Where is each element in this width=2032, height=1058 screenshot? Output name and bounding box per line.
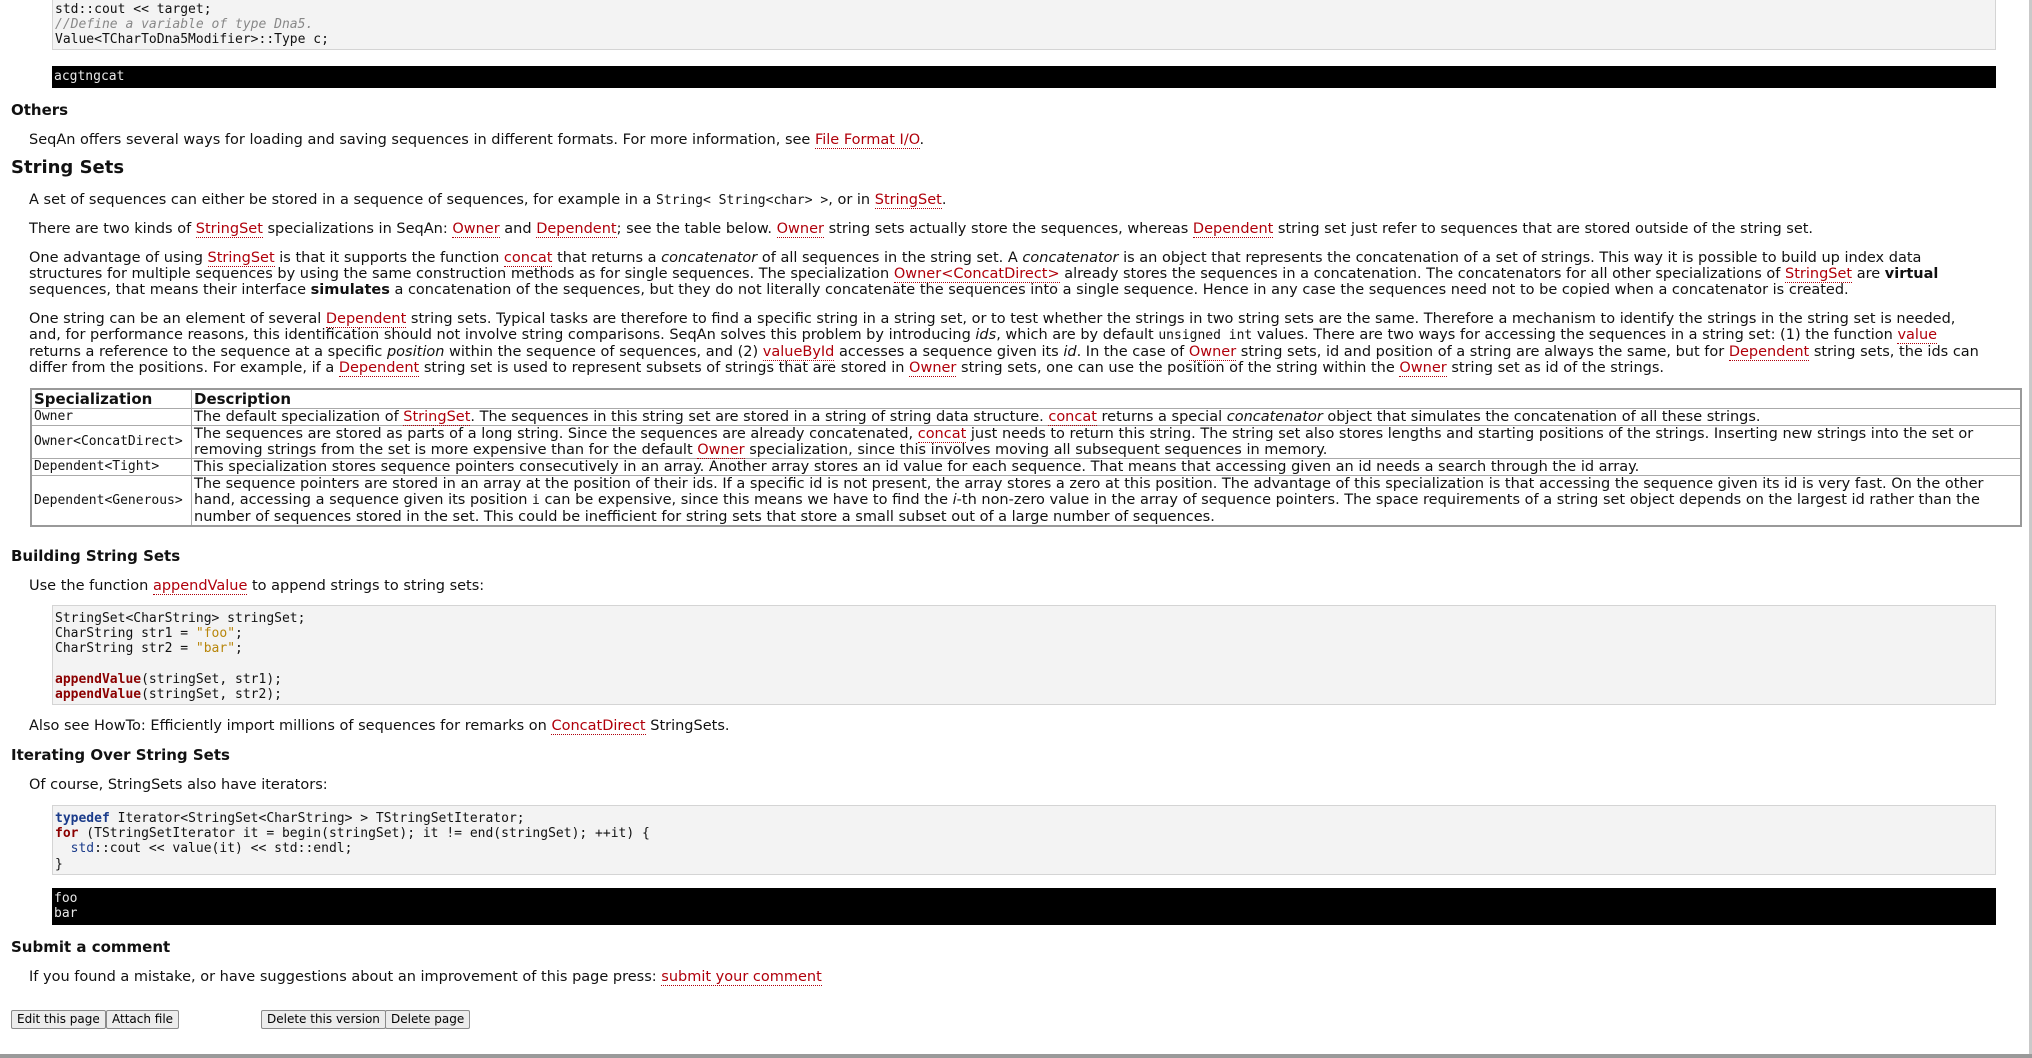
- spec-cell: Dependent<Generous>: [30, 475, 192, 527]
- table-row: Owner<ConcatDirect> The sequences are st…: [30, 425, 2022, 459]
- column-header-specialization: Specialization: [30, 388, 192, 409]
- delete-version-button[interactable]: Delete this version: [261, 1010, 386, 1029]
- table-header-row: Specialization Description: [30, 388, 2022, 409]
- link-dependent[interactable]: Dependent: [536, 221, 617, 238]
- output-block-dna5: acgtngcat: [52, 66, 1996, 88]
- heading-iterating-over-string-sets: Iterating Over String Sets: [11, 746, 230, 764]
- link-owner[interactable]: Owner: [452, 221, 500, 238]
- link-owner-concatdirect[interactable]: Owner<ConcatDirect>: [893, 266, 1060, 283]
- link-dependent[interactable]: Dependent: [325, 311, 407, 328]
- link-concat[interactable]: concat: [503, 250, 553, 267]
- link-owner[interactable]: Owner: [909, 360, 957, 377]
- string-sets-paragraph-3: One advantage of using StringSet is that…: [29, 250, 1939, 298]
- link-stringset[interactable]: StringSet: [207, 250, 275, 267]
- edit-page-button[interactable]: Edit this page: [11, 1010, 106, 1029]
- link-owner[interactable]: Owner: [1399, 360, 1447, 377]
- iterating-paragraph: Of course, StringSets also have iterator…: [29, 777, 328, 793]
- attach-file-button[interactable]: Attach file: [106, 1010, 180, 1029]
- output-line: foo: [54, 891, 78, 906]
- heading-submit-comment: Submit a comment: [11, 938, 171, 956]
- delete-page-button[interactable]: Delete page: [385, 1010, 471, 1029]
- code-block-iterating: typedef Iterator<StringSet<CharString> >…: [52, 805, 1996, 875]
- spec-cell: Owner: [30, 408, 192, 426]
- link-value[interactable]: value: [1897, 327, 1938, 344]
- heading-string-sets: String Sets: [11, 157, 125, 178]
- heading-building-string-sets: Building String Sets: [11, 547, 181, 565]
- others-paragraph: SeqAn offers several ways for loading an…: [29, 132, 925, 149]
- column-header-description: Description: [191, 388, 2022, 409]
- building-paragraph: Use the function appendValue to append s…: [29, 578, 485, 595]
- spec-cell: Owner<ConcatDirect>: [30, 425, 192, 459]
- code-block-building: StringSet<CharString> stringSet; CharStr…: [52, 605, 1996, 705]
- link-dependent[interactable]: Dependent: [1192, 221, 1274, 238]
- link-dependent[interactable]: Dependent: [338, 360, 420, 377]
- link-stringset[interactable]: StringSet: [195, 221, 263, 238]
- link-file-format-io[interactable]: File Format I/O: [814, 132, 920, 149]
- link-stringset[interactable]: StringSet: [1785, 266, 1853, 283]
- link-appendvalue[interactable]: appendValue: [152, 578, 248, 595]
- link-submit-comment[interactable]: submit your comment: [661, 969, 822, 986]
- inline-code: String< String<char> >: [656, 193, 829, 208]
- link-owner[interactable]: Owner: [697, 442, 745, 459]
- code-block-dna5: std::cout << target; //Define a variable…: [52, 0, 1996, 50]
- table-row: Owner The default specialization of Stri…: [30, 408, 2022, 426]
- string-sets-paragraph-1: A set of sequences can either be stored …: [29, 192, 947, 209]
- description-cell: This specialization stores sequence poin…: [191, 458, 2022, 476]
- output-line: bar: [54, 906, 78, 922]
- description-cell: The default specialization of StringSet.…: [191, 408, 2022, 426]
- link-dependent[interactable]: Dependent: [1728, 344, 1810, 361]
- link-stringset[interactable]: StringSet: [403, 409, 471, 426]
- code-line: std::cout << target;: [55, 2, 212, 17]
- code-line: Value<TCharToDna5Modifier>::Type c;: [55, 32, 329, 48]
- table-row: Dependent<Generous> The sequence pointer…: [30, 475, 2022, 527]
- inline-code: unsigned int: [1158, 328, 1253, 343]
- comment-paragraph: If you found a mistake, or have suggesti…: [29, 969, 822, 986]
- also-see-paragraph: Also see HowTo: Efficiently import milli…: [29, 718, 730, 735]
- specialization-table: Specialization Description Owner The def…: [30, 388, 2022, 527]
- inline-code: i: [532, 493, 540, 508]
- link-concat[interactable]: concat: [917, 426, 967, 443]
- output-block-iterating: foo bar: [52, 888, 1996, 925]
- string-sets-paragraph-4: One string can be an element of several …: [29, 311, 1979, 377]
- link-concat[interactable]: concat: [1048, 409, 1097, 426]
- description-cell: The sequences are stored as parts of a l…: [191, 425, 2022, 459]
- window-bottom-border: [0, 1054, 2032, 1058]
- output-line: acgtngcat: [54, 69, 125, 84]
- link-owner[interactable]: Owner: [1188, 344, 1237, 361]
- spec-cell: Dependent<Tight>: [30, 458, 192, 476]
- string-sets-paragraph-2: There are two kinds of StringSet special…: [29, 221, 1814, 238]
- code-comment: //Define a variable of type Dna5.: [55, 17, 314, 33]
- table-row: Dependent<Tight> This specialization sto…: [30, 458, 2022, 476]
- link-valuebyid[interactable]: valueById: [762, 344, 835, 361]
- heading-others: Others: [11, 101, 69, 119]
- link-owner[interactable]: Owner: [776, 221, 824, 238]
- link-stringset[interactable]: StringSet: [874, 192, 942, 209]
- link-concatdirect[interactable]: ConcatDirect: [551, 718, 646, 735]
- description-cell: The sequence pointers are stored in an a…: [191, 475, 2022, 527]
